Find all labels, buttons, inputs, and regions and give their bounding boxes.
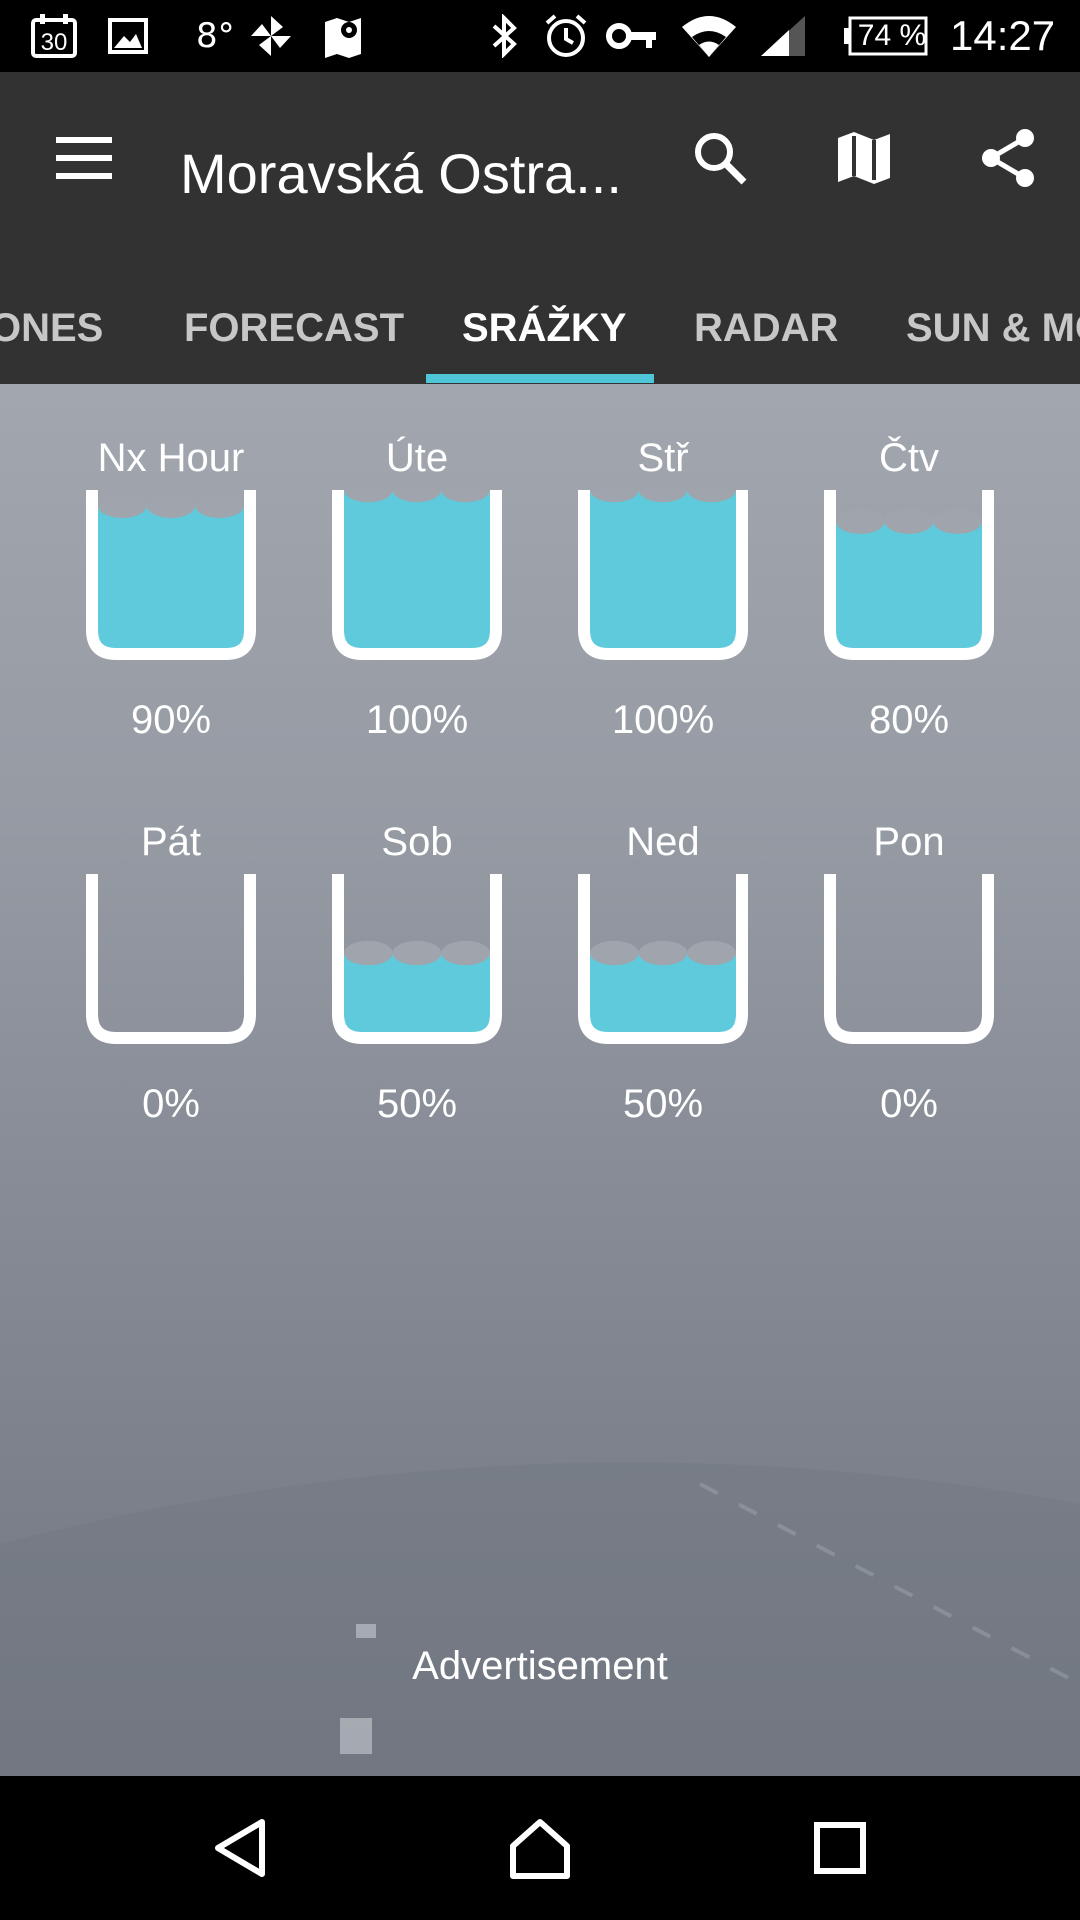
day-label: Ned	[626, 820, 700, 864]
cup-outline	[86, 874, 256, 1044]
tab-forecast[interactable]: FORECAST	[184, 272, 404, 384]
day-label: Nx Hour	[97, 436, 245, 480]
wave-crest	[884, 509, 934, 534]
signal-icon	[758, 12, 808, 60]
day-label: Pát	[140, 820, 202, 864]
image-icon	[104, 12, 152, 60]
tab-bar: ONES FORECAST SRÁŽKY RADAR SUN & MO	[0, 272, 1080, 384]
search-icon	[695, 133, 747, 185]
wave-crest	[638, 940, 688, 966]
day-label: Čtv	[879, 436, 939, 480]
calendar-day: 30	[41, 29, 68, 56]
rain-cup-icon	[578, 490, 748, 660]
rain-cup-icon	[578, 874, 748, 1044]
water-fill	[836, 521, 982, 648]
active-tab-indicator	[426, 374, 654, 383]
wave-crest	[195, 493, 244, 518]
tab-srazky[interactable]: SRÁŽKY	[462, 272, 626, 384]
percent-label: 100%	[611, 698, 715, 742]
precipitation-panel: Nx Hour 90% Úte 100% Stř 100% Čtv 80% Pá…	[0, 384, 1080, 1776]
precip-item: Ned 50%	[540, 808, 786, 1168]
home-button[interactable]	[492, 1800, 588, 1896]
vpn-key-icon	[604, 12, 660, 60]
alarm-icon	[540, 12, 592, 60]
battery-text: 74 %	[857, 19, 927, 52]
map-button[interactable]	[816, 110, 912, 206]
recents-button[interactable]	[792, 1800, 888, 1896]
tab-radar[interactable]: RADAR	[694, 272, 838, 384]
share-icon	[982, 129, 1034, 187]
app-bar: Moravská Ostra... ONES FORECAST SRÁŽKY R…	[0, 72, 1080, 384]
menu-button[interactable]	[36, 110, 132, 206]
day-label: Sob	[381, 820, 453, 864]
precip-item: Pon 0%	[786, 808, 1032, 1168]
rain-cup-icon	[332, 874, 502, 1044]
wave-crest	[590, 940, 639, 966]
location-title[interactable]: Moravská Ostra...	[180, 124, 640, 224]
percent-label: 90%	[130, 698, 212, 742]
temperature-text: 8°	[196, 16, 235, 56]
percent-label: 100%	[365, 698, 469, 742]
percent-label: 0%	[142, 1082, 200, 1126]
rain-cup-icon	[824, 874, 994, 1044]
recents-icon	[814, 1822, 866, 1874]
wave-crest	[933, 509, 982, 534]
map-marker-icon	[320, 12, 366, 60]
calendar-icon: 30	[28, 12, 80, 60]
wave-crest	[441, 940, 490, 966]
precip-item: Stř 100%	[540, 424, 786, 784]
precip-item: Pát 0%	[48, 808, 294, 1168]
precip-item: Čtv 80%	[786, 424, 1032, 784]
percent-label: 50%	[622, 1082, 704, 1126]
wave-crest	[146, 493, 196, 518]
water-fill	[98, 505, 244, 648]
percent-label: 80%	[868, 698, 950, 742]
tab-zones[interactable]: ONES	[0, 272, 103, 384]
rain-cup-icon	[824, 490, 994, 660]
wave-crest	[687, 940, 736, 966]
advertisement-label: Advertisement	[412, 1644, 668, 1688]
cup-outline	[824, 874, 994, 1044]
clock-text: 14:27	[950, 12, 1056, 59]
back-icon	[215, 1819, 265, 1877]
map-icon	[838, 132, 890, 184]
water-fill	[344, 490, 490, 648]
rain-cup-icon	[86, 490, 256, 660]
precip-item: Úte 100%	[294, 424, 540, 784]
percent-label: 0%	[880, 1082, 938, 1126]
wifi-icon	[678, 12, 740, 60]
wave-crest	[392, 940, 442, 966]
pinwheel-icon	[246, 12, 296, 60]
water-fill	[590, 490, 736, 648]
wave-crest	[98, 493, 147, 518]
bluetooth-icon	[486, 12, 522, 60]
search-button[interactable]	[672, 110, 768, 206]
wave-crest	[836, 509, 885, 534]
rain-cup-icon	[332, 490, 502, 660]
percent-label: 50%	[376, 1082, 458, 1126]
share-button[interactable]	[960, 110, 1056, 206]
rain-cup-icon	[86, 874, 256, 1044]
precip-item: Sob 50%	[294, 808, 540, 1168]
tab-sun-moon[interactable]: SUN & MO	[906, 272, 1080, 384]
day-label: Stř	[637, 436, 689, 480]
menu-icon	[56, 137, 112, 179]
wave-crest	[344, 940, 393, 966]
precip-item: Nx Hour 90%	[48, 424, 294, 784]
day-label: Pon	[873, 820, 945, 864]
back-button[interactable]	[192, 1800, 288, 1896]
home-icon	[510, 1819, 570, 1879]
status-bar: 30 8° 74 % 14:27	[0, 0, 1080, 72]
system-nav-bar	[0, 1776, 1080, 1920]
day-label: Úte	[385, 436, 449, 480]
